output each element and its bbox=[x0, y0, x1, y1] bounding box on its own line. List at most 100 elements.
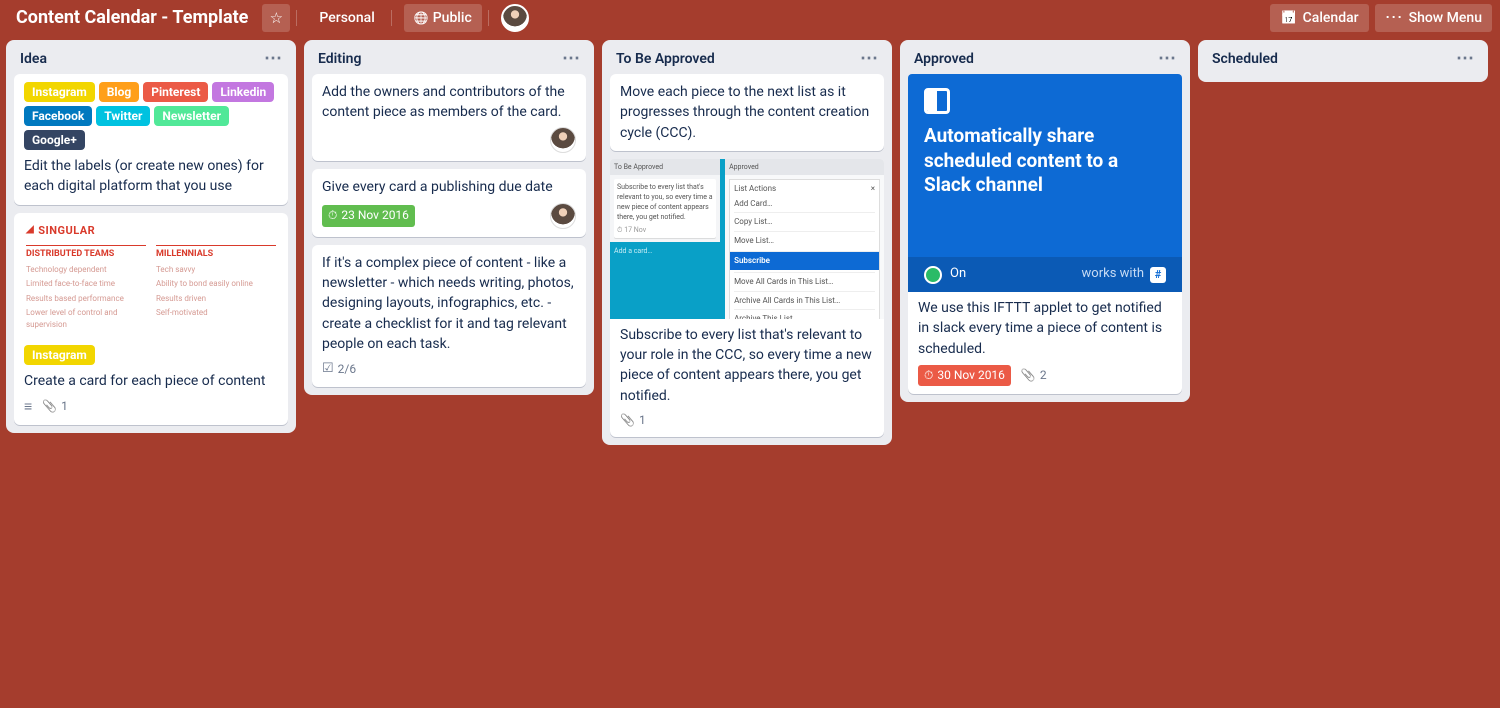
cover-col-head: MILLENNIALS bbox=[156, 245, 276, 261]
cover-line: Tech savvy bbox=[156, 264, 276, 276]
board-canvas: Idea ⋯ InstagramBlogPinterestLinkedinFac… bbox=[0, 36, 1500, 449]
list-menu-button[interactable]: ⋯ bbox=[860, 50, 878, 68]
cover-line: Lower level of control and supervision bbox=[26, 307, 146, 330]
attachment-count: 1 bbox=[639, 412, 646, 429]
card-label[interactable]: Pinterest bbox=[143, 82, 208, 102]
cover-line: Technology dependent bbox=[26, 264, 146, 276]
due-date-text: 30 Nov 2016 bbox=[937, 367, 1005, 384]
card-label[interactable]: Blog bbox=[99, 82, 139, 102]
globe-icon bbox=[414, 10, 433, 26]
list-title[interactable]: To Be Approved bbox=[616, 51, 715, 67]
cover-popup-item: Add Card… bbox=[734, 195, 875, 213]
show-menu-label: Show Menu bbox=[1409, 10, 1482, 26]
clock-icon bbox=[328, 207, 337, 224]
attachment-badge: 2 bbox=[1021, 367, 1047, 384]
show-menu-button[interactable]: Show Menu bbox=[1375, 4, 1492, 32]
separator bbox=[296, 10, 297, 26]
due-date-badge[interactable]: 30 Nov 2016 bbox=[918, 365, 1011, 386]
cover-popup-item: Move All Cards in This List… bbox=[734, 272, 875, 291]
card[interactable]: SINGULAR DISTRIBUTED TEAMS Technology de… bbox=[14, 213, 288, 426]
cover-popup-item: Archive This List bbox=[734, 309, 875, 319]
trello-logo-icon bbox=[924, 88, 950, 114]
clock-icon bbox=[924, 367, 933, 384]
card[interactable]: Automatically share scheduled content to… bbox=[908, 74, 1182, 394]
cover-line: Results driven bbox=[156, 293, 276, 305]
calendar-label: Calendar bbox=[1303, 10, 1359, 26]
list-approved: Approved ⋯ Automatically share scheduled… bbox=[900, 40, 1190, 402]
card-label[interactable]: Instagram bbox=[24, 82, 95, 102]
card[interactable]: Add the owners and contributors of the c… bbox=[312, 74, 586, 161]
attachment-icon bbox=[42, 398, 57, 415]
card-cover: SINGULAR DISTRIBUTED TEAMS Technology de… bbox=[14, 213, 288, 339]
list-title[interactable]: Editing bbox=[318, 51, 361, 67]
card-text: Edit the labels (or create new ones) for… bbox=[24, 156, 278, 197]
card-text: Subscribe to every list that's relevant … bbox=[620, 325, 874, 406]
list-menu-button[interactable]: ⋯ bbox=[264, 50, 282, 68]
list-title[interactable]: Idea bbox=[20, 51, 47, 67]
member-avatar[interactable] bbox=[501, 4, 529, 32]
cover-popup-item: Archive All Cards in This List… bbox=[734, 291, 875, 310]
attachment-icon bbox=[1021, 367, 1036, 384]
cover-col-head: DISTRIBUTED TEAMS bbox=[26, 245, 146, 261]
cover-on-status: On bbox=[924, 265, 966, 284]
card-label[interactable]: Facebook bbox=[24, 106, 92, 126]
list-scheduled: Scheduled ⋯ bbox=[1198, 40, 1488, 82]
due-date-badge[interactable]: 23 Nov 2016 bbox=[322, 205, 415, 226]
card-text: Add the owners and contributors of the c… bbox=[322, 82, 576, 123]
card[interactable]: To Be Approved Subscribe to every list t… bbox=[610, 159, 884, 438]
board-header: Content Calendar - Template Personal Pub… bbox=[0, 0, 1500, 36]
card-member-avatar[interactable] bbox=[550, 127, 576, 153]
attachment-badge: 1 bbox=[42, 398, 68, 415]
cover-popup-title: List Actions bbox=[734, 183, 776, 195]
attachment-count: 1 bbox=[61, 398, 68, 415]
star-button[interactable] bbox=[262, 4, 290, 32]
due-date-text: 23 Nov 2016 bbox=[341, 207, 409, 224]
card-text: Give every card a publishing due date bbox=[322, 177, 576, 197]
cover-popup-item: Move List… bbox=[734, 231, 875, 250]
close-icon: × bbox=[871, 183, 875, 195]
card[interactable]: Move each piece to the next list as it p… bbox=[610, 74, 884, 151]
checklist-count: 2/6 bbox=[338, 361, 356, 378]
card[interactable]: If it's a complex piece of content - lik… bbox=[312, 245, 586, 387]
list-menu-button[interactable]: ⋯ bbox=[1158, 50, 1176, 68]
checklist-badge: 2/6 bbox=[322, 360, 356, 379]
cover-title: Automatically share scheduled content to… bbox=[924, 124, 1166, 198]
list-editing: Editing ⋯ Add the owners and contributor… bbox=[304, 40, 594, 395]
list-title[interactable]: Approved bbox=[914, 51, 974, 67]
cover-popup-item: Subscribe bbox=[730, 251, 879, 270]
separator bbox=[391, 10, 392, 26]
cover-popup-item: Copy List… bbox=[734, 212, 875, 231]
description-icon bbox=[24, 397, 32, 417]
visibility-label: Public bbox=[433, 10, 472, 26]
calendar-icon bbox=[1280, 10, 1302, 26]
card-text: We use this IFTTT applet to get notified… bbox=[918, 298, 1172, 359]
list-title[interactable]: Scheduled bbox=[1212, 51, 1278, 67]
cover-mini-list-title: To Be Approved bbox=[610, 159, 720, 175]
card-label[interactable]: Google+ bbox=[24, 130, 85, 150]
description-badge bbox=[24, 397, 32, 417]
visibility-button[interactable]: Public bbox=[404, 4, 482, 32]
attachment-count: 2 bbox=[1040, 367, 1047, 384]
card[interactable]: Give every card a publishing due date 23… bbox=[312, 169, 586, 237]
card-label[interactable]: Linkedin bbox=[212, 82, 274, 102]
card-cover: Automatically share scheduled content to… bbox=[908, 74, 1182, 292]
card-label[interactable]: Newsletter bbox=[154, 106, 229, 126]
list-menu-button[interactable]: ⋯ bbox=[1456, 50, 1474, 68]
card[interactable]: InstagramBlogPinterestLinkedin FacebookTw… bbox=[14, 74, 288, 205]
card-member-avatar[interactable] bbox=[550, 203, 576, 229]
team-button[interactable]: Personal bbox=[309, 4, 384, 32]
card-label[interactable]: Twitter bbox=[96, 106, 150, 126]
cover-mini-card-text: Subscribe to every list that's relevant … bbox=[617, 182, 713, 223]
board-title[interactable]: Content Calendar - Template bbox=[8, 4, 256, 32]
ellipsis-icon bbox=[1385, 9, 1409, 27]
card-label[interactable]: Instagram bbox=[24, 345, 95, 365]
list-idea: Idea ⋯ InstagramBlogPinterestLinkedinFac… bbox=[6, 40, 296, 433]
star-icon bbox=[270, 9, 283, 27]
checklist-icon bbox=[322, 360, 334, 379]
calendar-button[interactable]: Calendar bbox=[1270, 4, 1368, 32]
cover-line: Results based performance bbox=[26, 293, 146, 305]
list-menu-button[interactable]: ⋯ bbox=[562, 50, 580, 68]
cover-mini-date: 17 Nov bbox=[624, 226, 646, 234]
cover-line: Self-motivated bbox=[156, 307, 276, 319]
attachment-badge: 1 bbox=[620, 412, 646, 429]
